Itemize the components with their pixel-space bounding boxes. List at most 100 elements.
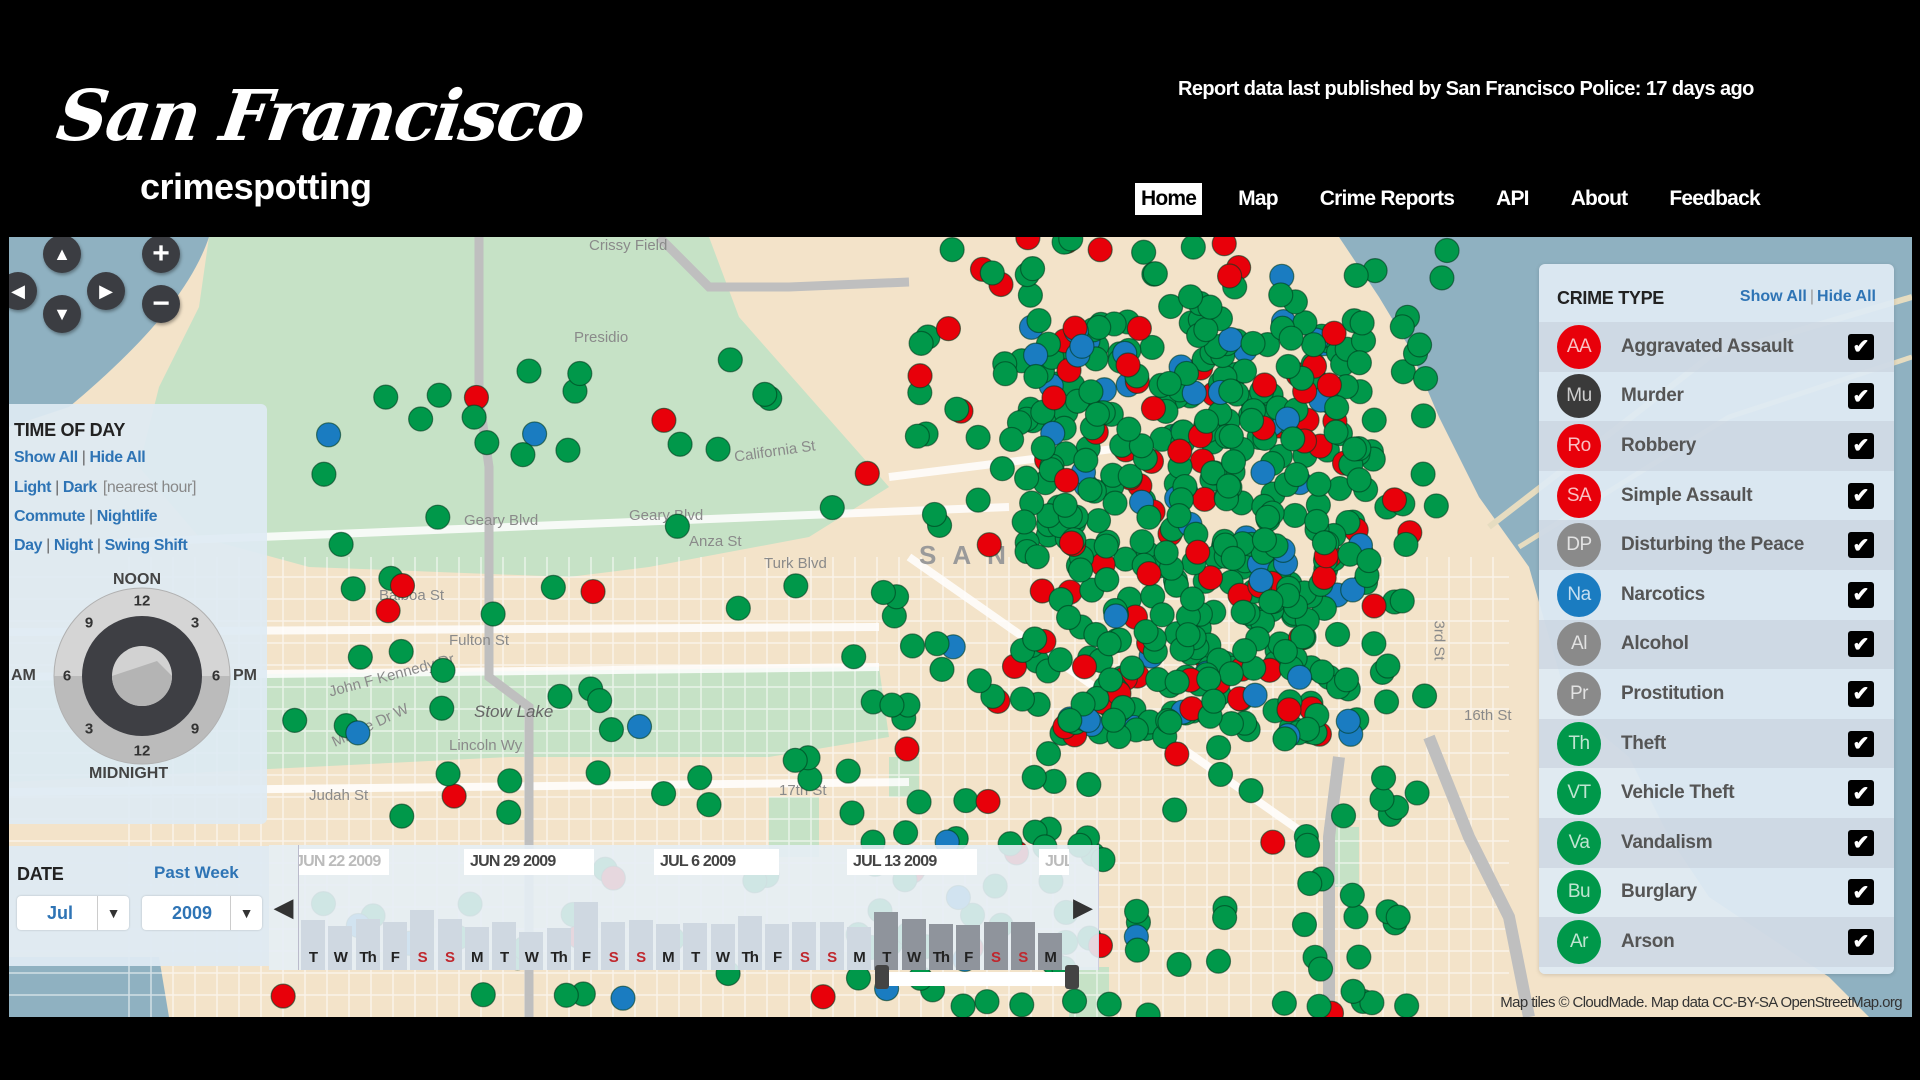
checkbox-checked-icon[interactable]: ✔	[1848, 333, 1874, 360]
pan-right-button[interactable]: ▶	[87, 272, 125, 310]
crime-marker[interactable]	[1196, 666, 1222, 692]
crime-marker[interactable]	[1258, 589, 1284, 615]
crime-marker[interactable]	[388, 638, 414, 665]
crime-marker[interactable]	[426, 382, 452, 408]
crime-marker[interactable]	[950, 993, 976, 1017]
crime-marker[interactable]	[547, 683, 573, 709]
crime-marker[interactable]	[650, 781, 677, 807]
checkbox-checked-icon[interactable]: ✔	[1848, 532, 1874, 559]
crime-marker[interactable]	[1149, 602, 1175, 628]
crime-marker[interactable]	[1393, 531, 1419, 558]
checkbox-checked-icon[interactable]: ✔	[1848, 482, 1874, 509]
crime-marker[interactable]	[1410, 403, 1437, 429]
nav-feedback[interactable]: Feedback	[1663, 183, 1765, 215]
crime-marker[interactable]	[1205, 734, 1232, 761]
crime-marker[interactable]	[430, 657, 456, 683]
crime-marker[interactable]	[1311, 530, 1338, 556]
crime-marker[interactable]	[1340, 978, 1366, 1004]
crime-marker[interactable]	[510, 442, 536, 468]
crime-marker[interactable]	[375, 598, 401, 624]
crime-marker[interactable]	[1343, 262, 1369, 289]
crime-marker[interactable]	[1057, 707, 1083, 734]
crime-marker[interactable]	[1119, 655, 1145, 681]
crime-hide-all-link[interactable]: Hide All	[1817, 288, 1876, 305]
crime-marker[interactable]	[1115, 352, 1141, 378]
crime-marker[interactable]	[1346, 944, 1372, 970]
crime-marker[interactable]	[496, 799, 522, 825]
crime-marker[interactable]	[373, 384, 399, 410]
month-select[interactable]: Jul ▼	[17, 896, 129, 930]
crime-marker[interactable]	[835, 758, 861, 784]
crime-marker[interactable]	[1280, 426, 1306, 452]
crime-marker[interactable]	[1216, 263, 1243, 289]
crime-marker[interactable]	[1084, 401, 1111, 427]
crime-marker[interactable]	[1124, 937, 1150, 963]
crime-marker[interactable]	[1015, 237, 1041, 251]
crime-marker[interactable]	[1330, 803, 1357, 829]
crime-marker[interactable]	[1220, 449, 1247, 475]
crime-map[interactable]: Crissy Field Presidio California St Gear…	[9, 237, 1912, 1017]
crime-marker[interactable]	[1098, 667, 1124, 693]
crime-marker[interactable]	[1381, 487, 1408, 513]
past-week-link[interactable]: Past Week	[154, 863, 239, 883]
checkbox-checked-icon[interactable]: ✔	[1848, 631, 1874, 658]
crime-marker[interactable]	[1291, 911, 1318, 938]
crime-marker[interactable]	[1047, 647, 1073, 673]
crime-marker[interactable]	[904, 423, 930, 449]
crime-marker[interactable]	[521, 421, 548, 447]
nav-home[interactable]: Home	[1135, 183, 1203, 215]
crime-type-row-disturbing-the-peace[interactable]: DP Disturbing the Peace ✔	[1539, 520, 1894, 570]
crime-marker[interactable]	[1251, 527, 1278, 553]
crime-marker[interactable]	[935, 316, 962, 342]
crime-type-row-vandalism[interactable]: Va Vandalism ✔	[1539, 817, 1894, 868]
crime-marker[interactable]	[1073, 447, 1099, 473]
crime-marker[interactable]	[924, 631, 950, 657]
crime-marker[interactable]	[1116, 416, 1142, 442]
crime-marker[interactable]	[1053, 467, 1080, 493]
crime-marker[interactable]	[1275, 353, 1301, 380]
crime-marker[interactable]	[1370, 765, 1397, 791]
crime-marker[interactable]	[1242, 682, 1268, 708]
nav-api[interactable]: API	[1490, 183, 1535, 215]
crime-marker[interactable]	[1014, 465, 1040, 491]
crime-marker[interactable]	[1218, 711, 1244, 737]
crime-marker[interactable]	[939, 237, 965, 263]
timeline-range-end-handle[interactable]	[1065, 965, 1079, 989]
nav-about[interactable]: About	[1565, 183, 1634, 215]
crime-marker[interactable]	[1429, 265, 1455, 291]
crime-marker[interactable]	[1297, 870, 1323, 897]
crime-marker[interactable]	[408, 406, 434, 432]
crime-marker[interactable]	[975, 788, 1001, 815]
site-logo[interactable]: San Francisco crimespotting	[52, 70, 588, 220]
crime-marker[interactable]	[1260, 829, 1286, 855]
tod-nightlife-link[interactable]: Nightlife	[97, 508, 158, 525]
crime-marker[interactable]	[1207, 761, 1234, 788]
checkbox-checked-icon[interactable]: ✔	[1848, 581, 1874, 608]
crime-marker[interactable]	[1272, 726, 1298, 752]
crime-marker[interactable]	[989, 456, 1015, 482]
crime-marker[interactable]	[966, 668, 992, 694]
crime-type-row-aggravated-assault[interactable]: AA Aggravated Assault ✔	[1539, 322, 1894, 372]
crime-marker[interactable]	[540, 574, 566, 600]
crime-marker[interactable]	[810, 984, 836, 1010]
crime-marker[interactable]	[1218, 661, 1244, 687]
crime-marker[interactable]	[1248, 567, 1274, 593]
crime-marker[interactable]	[1021, 764, 1047, 790]
crime-marker[interactable]	[1035, 741, 1062, 767]
crime-marker[interactable]	[1240, 330, 1266, 357]
crime-marker[interactable]	[470, 982, 496, 1008]
crime-type-row-prostitution[interactable]: Pr Prostitution ✔	[1539, 669, 1894, 719]
crime-marker[interactable]	[1136, 504, 1162, 530]
crime-marker[interactable]	[1061, 988, 1088, 1014]
crime-marker[interactable]	[626, 713, 653, 740]
crime-marker[interactable]	[819, 494, 845, 521]
crime-marker[interactable]	[1103, 603, 1129, 629]
crime-marker[interactable]	[906, 789, 932, 815]
crime-marker[interactable]	[389, 803, 415, 829]
crime-marker[interactable]	[1193, 316, 1219, 343]
crime-marker[interactable]	[1231, 638, 1258, 664]
crime-marker[interactable]	[461, 404, 487, 430]
crime-marker[interactable]	[1324, 621, 1351, 648]
crime-marker[interactable]	[1369, 786, 1395, 812]
crime-marker[interactable]	[347, 644, 373, 670]
